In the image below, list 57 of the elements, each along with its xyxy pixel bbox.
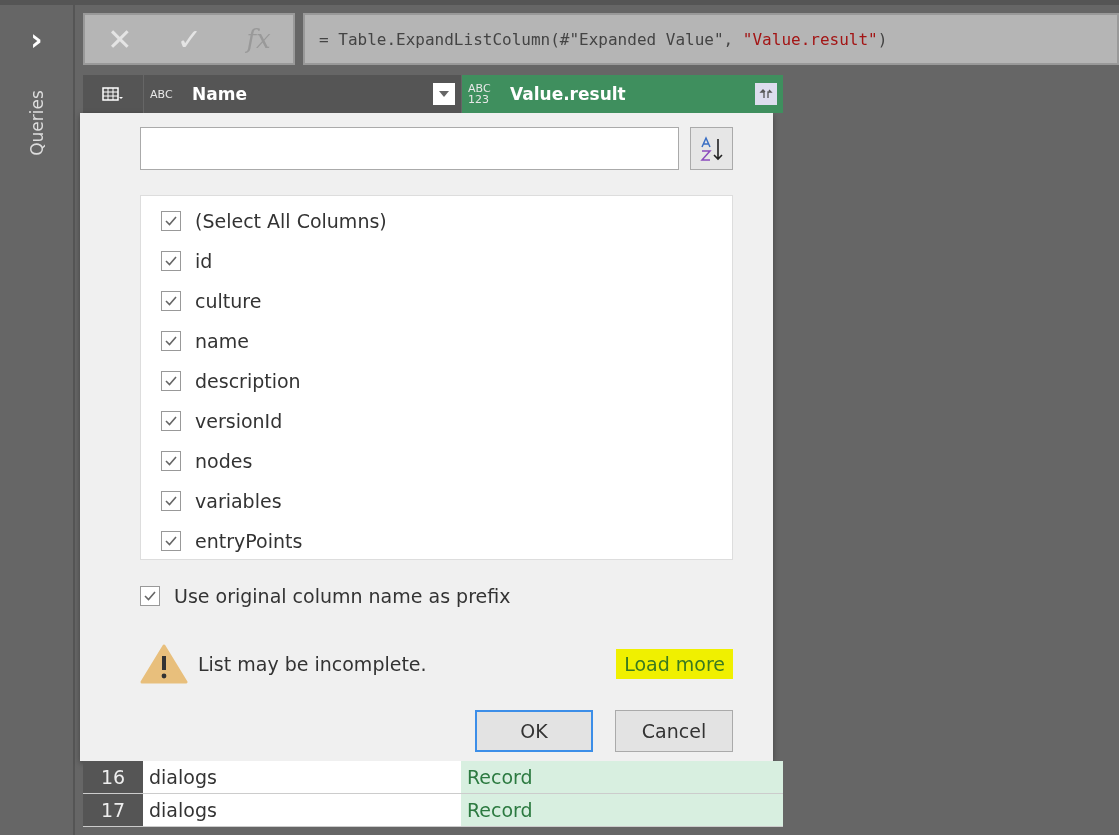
sort-az-icon: [698, 135, 725, 162]
expand-arrows-icon: [759, 89, 773, 99]
checkbox[interactable]: [161, 371, 181, 391]
prefix-option[interactable]: Use original column name as prefix: [174, 585, 511, 607]
checkmark-icon: [164, 454, 178, 468]
column-option[interactable]: culture: [195, 290, 262, 312]
checkmark-icon: [143, 589, 157, 603]
checkbox[interactable]: [140, 586, 160, 606]
sort-button[interactable]: [690, 127, 733, 170]
checkbox[interactable]: [161, 331, 181, 351]
table-cell: dialogs: [143, 761, 461, 793]
checkbox[interactable]: [161, 291, 181, 311]
expand-button[interactable]: [755, 83, 777, 105]
type-label: ABC 123: [468, 83, 492, 105]
checkbox[interactable]: [161, 251, 181, 271]
checkbox[interactable]: [161, 451, 181, 471]
expand-glyph[interactable]: ›: [30, 25, 43, 55]
checkbox[interactable]: [161, 211, 181, 231]
row-number: 16: [83, 761, 143, 793]
column-option[interactable]: name: [195, 330, 249, 352]
column-option[interactable]: id: [195, 250, 213, 272]
checkmark-icon: [164, 534, 178, 548]
checkmark-icon: [164, 374, 178, 388]
formula-field[interactable]: = Table.ExpandListColumn(#"Expanded Value", "Value.result"): [303, 13, 1119, 65]
table-grid-icon: [102, 86, 124, 102]
queries-label[interactable]: Queries: [26, 90, 47, 156]
checkmark-icon: [164, 494, 178, 508]
dialog-button[interactable]: OK: [475, 710, 593, 752]
column-name: Name: [192, 84, 248, 104]
checkmark-icon: [164, 294, 178, 308]
table-cell: Record: [461, 794, 783, 826]
load-more-link[interactable]: Load more: [616, 649, 733, 679]
column-option[interactable]: nodes: [195, 450, 253, 472]
type-label: ABC: [150, 88, 174, 100]
column-option[interactable]: (Select All Columns): [195, 210, 387, 232]
warning-icon: [140, 644, 188, 684]
checkbox[interactable]: [161, 491, 181, 511]
checkbox[interactable]: [161, 411, 181, 431]
column-option[interactable]: entryPoints: [195, 530, 303, 552]
checkmark-icon: [164, 414, 178, 428]
warning-text: List may be incomplete.: [198, 653, 428, 675]
column-option[interactable]: variables: [195, 490, 282, 512]
filter-dropdown[interactable]: [433, 83, 455, 105]
column-header[interactable]: ABC 123 Value.result: [461, 75, 783, 113]
column-option[interactable]: description: [195, 370, 301, 392]
checkmark-icon: [164, 334, 178, 348]
column-name: Value.result: [510, 84, 627, 104]
checkbox[interactable]: [161, 531, 181, 551]
column-option[interactable]: versionId: [195, 410, 283, 432]
caret-icon: [439, 91, 449, 97]
dialog-button[interactable]: Cancel: [615, 710, 733, 752]
table-cell: dialogs: [143, 794, 461, 826]
checkmark-icon: [164, 214, 178, 228]
checkmark-icon: [164, 254, 178, 268]
table-cell: Record: [461, 761, 783, 793]
row-number: 17: [83, 794, 143, 826]
search-field[interactable]: [140, 127, 679, 170]
